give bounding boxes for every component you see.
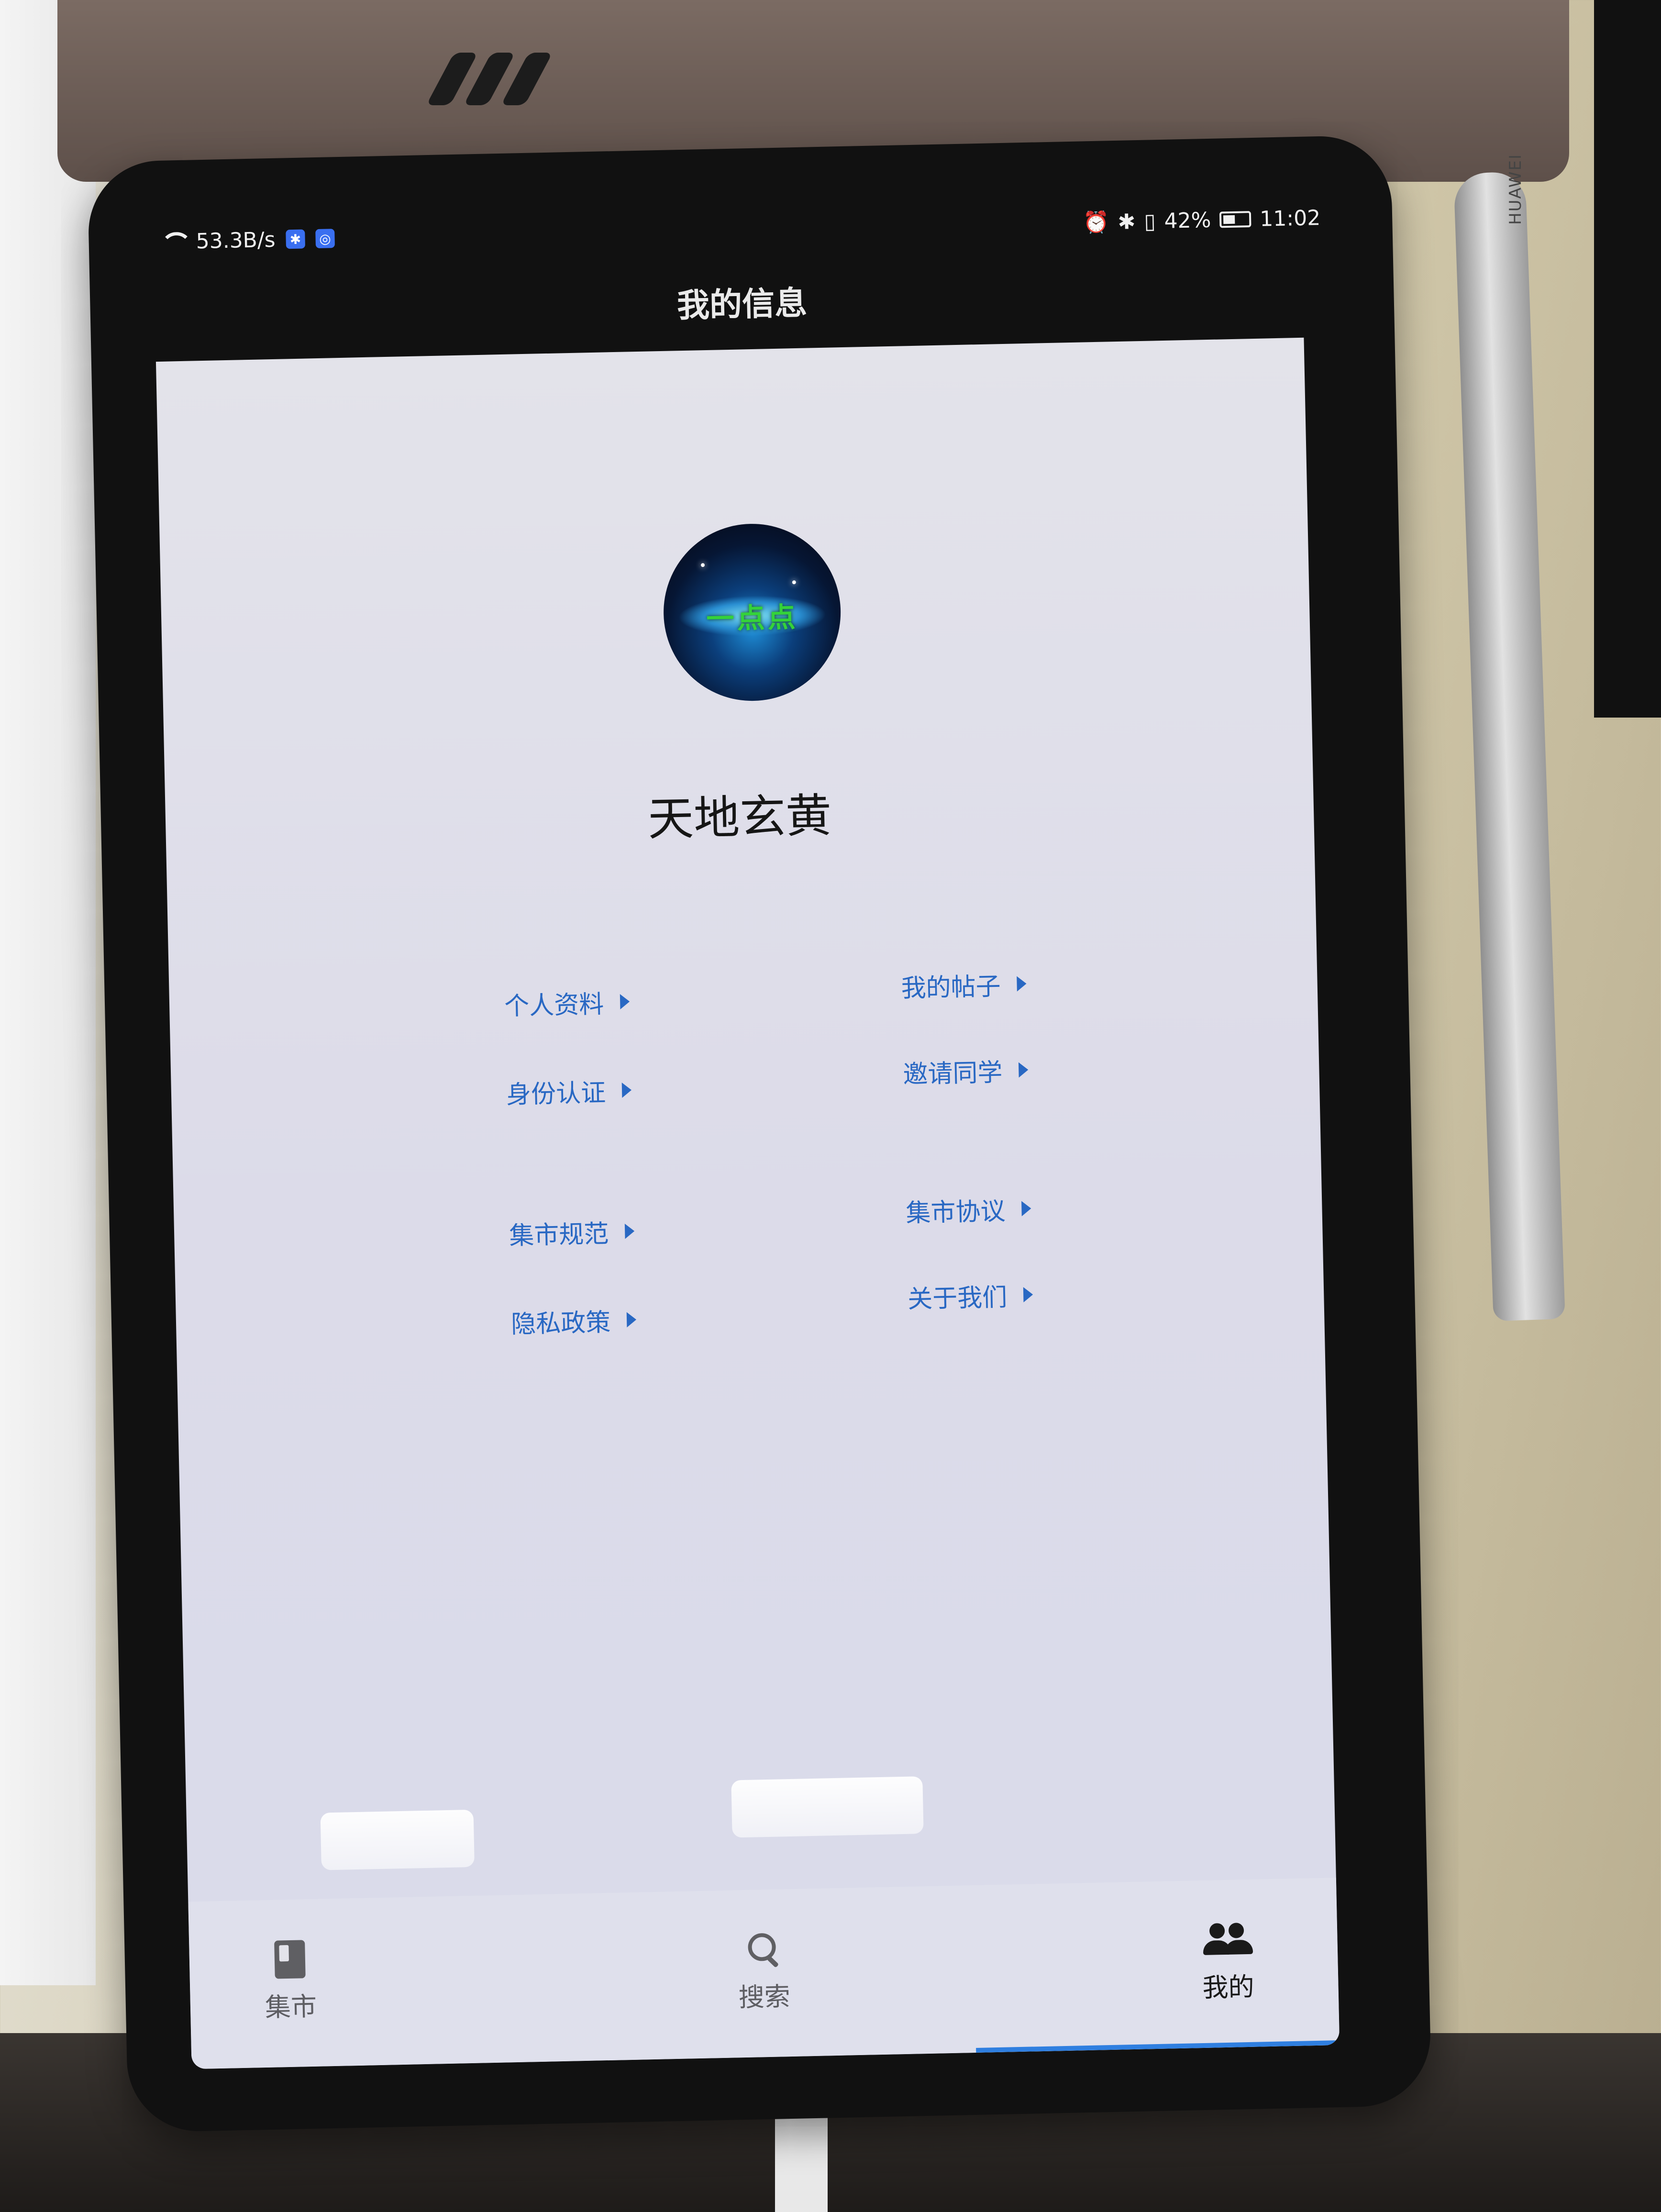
screen-glare — [731, 1776, 924, 1838]
alarm-icon: ⏰ — [1083, 210, 1110, 235]
status-bar: 53.3B/s ✱ ◎ ⏰ ✱ ▯ 42% 11:02 — [160, 199, 1321, 261]
network-speed: 53.3B/s — [196, 227, 276, 254]
menu-item-market-agreement[interactable]: 集市协议 — [906, 1190, 1032, 1228]
stylus-pencil — [1453, 171, 1565, 1321]
nav-item-me[interactable]: 我的 — [1126, 1912, 1329, 2006]
battery-percent: 42% — [1164, 208, 1211, 233]
caret-right-icon — [626, 1311, 637, 1327]
status-right: ⏰ ✱ ▯ 42% 11:02 — [1083, 205, 1320, 235]
menu-item-label: 集市规范 — [509, 1219, 609, 1250]
left-paper-sheet — [0, 0, 96, 1985]
tablet-device: 53.3B/s ✱ ◎ ⏰ ✱ ▯ 42% 11:02 我的信息 一点点 天地玄… — [87, 134, 1432, 2133]
caret-right-icon — [620, 994, 630, 1009]
screen-glare — [320, 1809, 475, 1870]
avatar-logo-text: 一点点 — [706, 601, 799, 636]
nav-label: 搜索 — [738, 1981, 791, 2013]
app-badge-icon: ✱ — [286, 229, 305, 249]
menu-item-profile[interactable]: 个人资料 — [504, 984, 630, 1022]
menu-item-label: 身份认证 — [506, 1078, 606, 1110]
bluetooth-icon: ✱ — [1118, 209, 1136, 234]
menu-item-about[interactable]: 关于我们 — [907, 1276, 1033, 1315]
charging-cable — [775, 2105, 828, 2212]
caret-right-icon — [1017, 975, 1027, 992]
stand-stripes — [426, 53, 553, 107]
status-left: 53.3B/s ✱ ◎ — [160, 226, 335, 254]
menu-item-label: 关于我们 — [907, 1283, 1008, 1314]
caret-right-icon — [621, 1082, 632, 1098]
page-title: 我的信息 — [676, 284, 808, 325]
menu-item-market-rules[interactable]: 集市规范 — [509, 1213, 635, 1251]
app-badge-icon: ◎ — [315, 229, 335, 249]
active-tab-indicator — [976, 2040, 1340, 2053]
bottom-nav: 集市 搜索 我的 — [188, 1878, 1340, 2069]
menu-item-label: 隐私政策 — [510, 1308, 611, 1339]
right-dark-object — [1594, 0, 1661, 718]
stylus-brand-text: HUAWEI — [1506, 154, 1525, 225]
star-icon — [792, 580, 796, 585]
menu-item-invite[interactable]: 邀请同学 — [903, 1051, 1029, 1090]
wifi-icon — [160, 232, 186, 252]
battery-icon — [1219, 211, 1251, 228]
clock: 11:02 — [1259, 205, 1321, 232]
menu-item-label: 集市协议 — [905, 1197, 1006, 1228]
caret-right-icon — [624, 1223, 635, 1239]
caret-right-icon — [1023, 1286, 1033, 1303]
profile-menu: 个人资料 身份认证 集市规范 隐私政策 我的帖子 邀请同学 集市协议 关于我们 — [504, 972, 1047, 1349]
menu-item-identity[interactable]: 身份认证 — [506, 1072, 632, 1110]
search-icon — [744, 1930, 783, 1969]
caret-right-icon — [1018, 1062, 1029, 1078]
vibrate-icon: ▯ — [1143, 209, 1156, 234]
avatar[interactable]: 一点点 — [662, 522, 843, 703]
username: 天地玄黄 — [647, 788, 832, 846]
people-icon — [1201, 1923, 1254, 1957]
nav-label: 集市 — [265, 1991, 317, 2023]
nav-item-search[interactable]: 搜索 — [663, 1921, 865, 2016]
menu-item-my-posts[interactable]: 我的帖子 — [901, 965, 1027, 1004]
menu-item-label: 我的帖子 — [901, 972, 1001, 1003]
menu-item-privacy[interactable]: 隐私政策 — [510, 1301, 637, 1339]
star-icon — [700, 563, 705, 567]
book-icon — [274, 1940, 306, 1979]
menu-item-label: 个人资料 — [504, 990, 604, 1021]
menu-item-label: 邀请同学 — [902, 1058, 1003, 1089]
nav-item-market[interactable]: 集市 — [189, 1931, 392, 2026]
nav-label: 我的 — [1202, 1971, 1255, 2003]
app-screen: 一点点 天地玄黄 个人资料 身份认证 集市规范 隐私政策 我的帖子 邀请同学 集… — [155, 337, 1340, 2069]
caret-right-icon — [1021, 1200, 1031, 1217]
